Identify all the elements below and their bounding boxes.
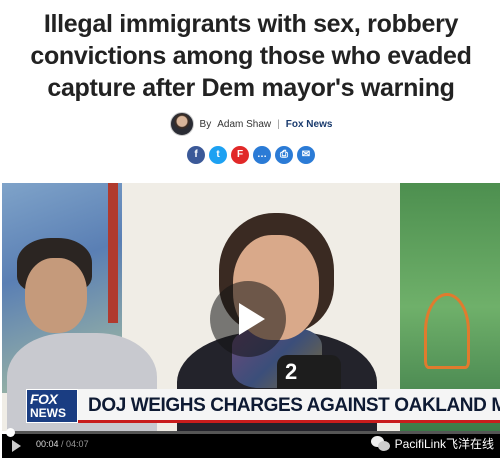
time-display: 00:04 / 04:07 — [36, 439, 89, 449]
headline-line-3: capture after Dem mayor's warning — [47, 74, 455, 102]
video-frame: 2 FOX NEWS DOJ WEIGHS CHARGES AGAINST OA… — [2, 183, 500, 431]
play-overlay-button[interactable] — [210, 281, 286, 357]
headline-line-1: Illegal immigrants with sex, robbery — [43, 10, 459, 38]
email-share-button[interactable]: ✉ — [297, 146, 315, 164]
facebook-icon: f — [194, 149, 198, 160]
progress-knob[interactable] — [5, 428, 15, 437]
video-player[interactable]: 2 FOX NEWS DOJ WEIGHS CHARGES AGAINST OA… — [2, 183, 500, 458]
play-pause-button[interactable] — [12, 440, 21, 452]
article-headline: Illegal immigrants with sex, robbery con… — [0, 8, 502, 104]
wechat-icon — [370, 435, 391, 452]
share-bar: f t F … ⎙ ✉ — [0, 146, 502, 164]
twitter-icon: t — [216, 149, 220, 160]
comments-button[interactable]: … — [253, 146, 271, 164]
lower-third: FOX NEWS DOJ WEIGHS CHARGES AGAINST OAKL… — [26, 389, 500, 423]
facebook-share-button[interactable]: f — [187, 146, 205, 164]
fox-news-logo: FOX NEWS — [26, 389, 78, 423]
time-separator: / — [58, 439, 67, 449]
print-icon: ⎙ — [280, 149, 288, 160]
current-time: 00:04 — [36, 439, 59, 449]
play-icon — [239, 303, 265, 335]
byline-separator: | — [277, 118, 280, 130]
duration: 04:07 — [66, 439, 89, 449]
email-icon: ✉ — [301, 149, 311, 160]
watermark: PacifiLink飞洋在线 — [370, 435, 494, 452]
source-link[interactable]: Fox News — [286, 119, 333, 130]
byline: By Adam Shaw | Fox News — [0, 112, 502, 136]
author-link[interactable]: Adam Shaw — [217, 119, 271, 130]
comment-icon: … — [257, 149, 267, 160]
byline-prefix: By — [199, 118, 212, 130]
headline-line-2: convictions among those who evaded — [30, 42, 472, 70]
author-avatar[interactable] — [169, 112, 194, 136]
flipboard-icon: F — [236, 149, 244, 160]
twitter-share-button[interactable]: t — [209, 146, 227, 164]
print-button[interactable]: ⎙ — [275, 146, 293, 164]
chyron-text: DOJ WEIGHS CHARGES AGAINST OAKLAND MAYOR — [78, 389, 500, 423]
drawing-figure — [424, 293, 470, 369]
flipboard-share-button[interactable]: F — [231, 146, 249, 164]
watermark-text: PacifiLink飞洋在线 — [394, 437, 494, 451]
progress-bar[interactable] — [2, 428, 500, 437]
